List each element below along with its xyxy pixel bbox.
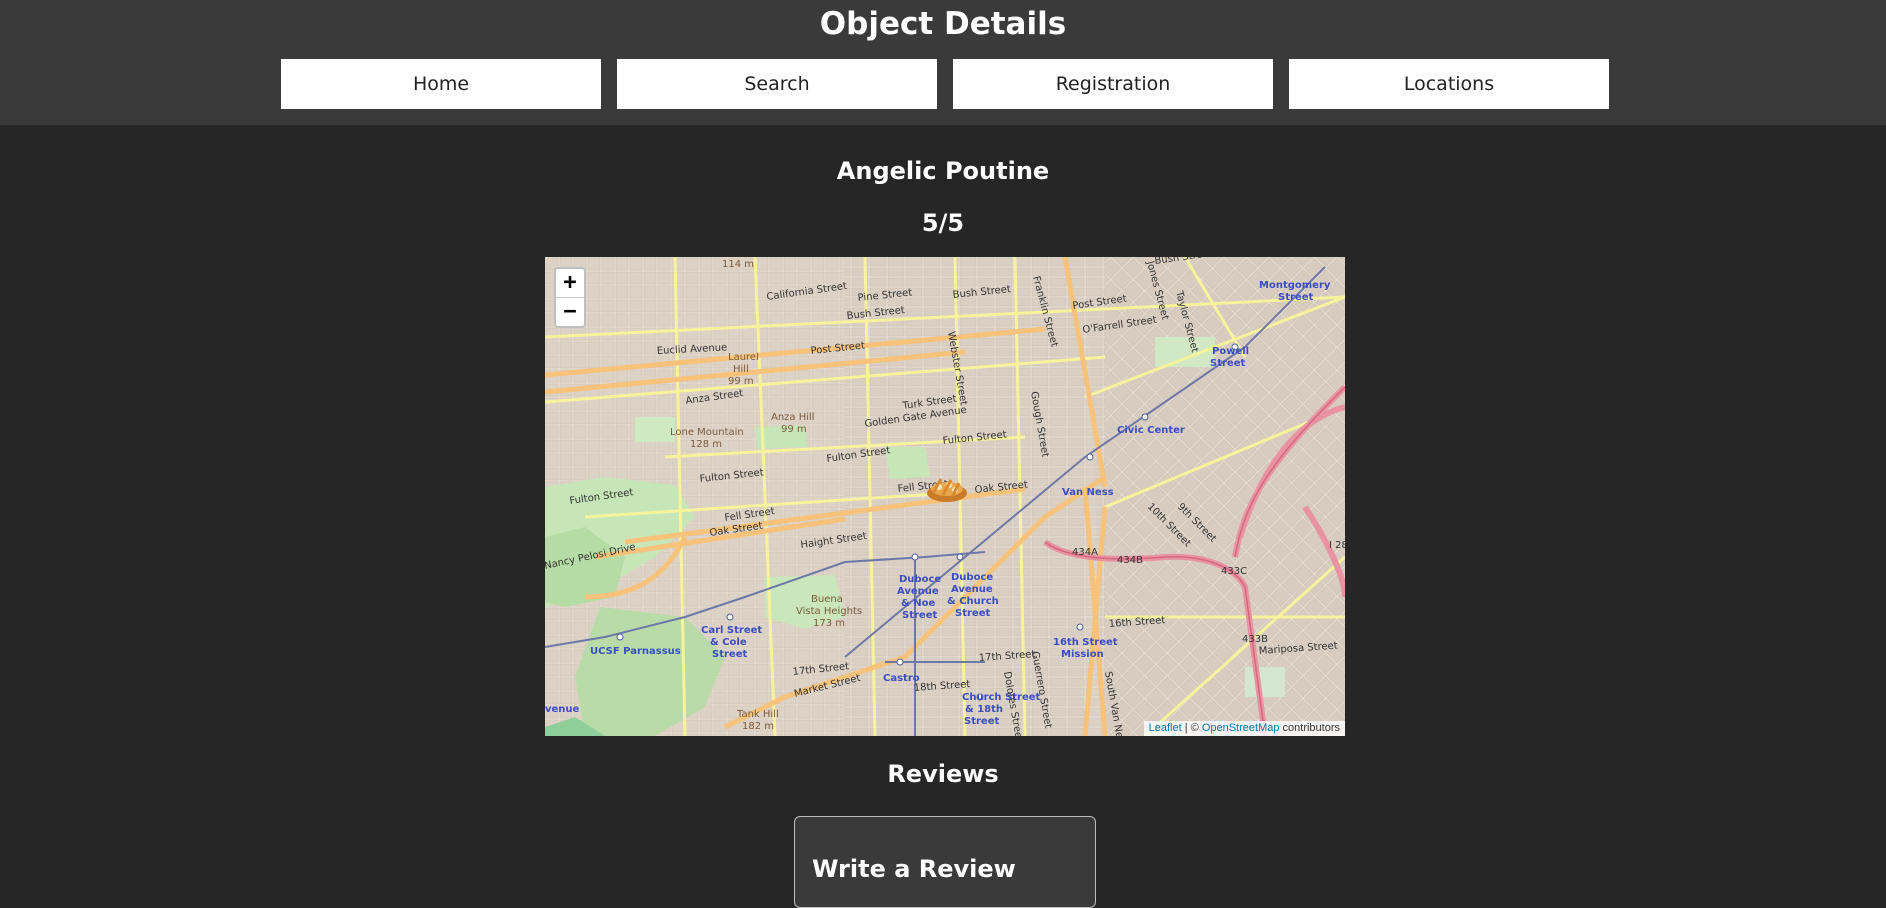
map-view[interactable]: California Street Pine Street Bush Stree… xyxy=(545,257,1345,736)
zoom-in-button[interactable]: + xyxy=(556,269,584,298)
svg-text:Street: Street xyxy=(1278,292,1313,303)
svg-text:128 m: 128 m xyxy=(690,439,722,450)
map-attribution: Leaflet | © OpenStreetMap contributors xyxy=(1143,721,1345,736)
leaflet-link[interactable]: Leaflet xyxy=(1149,722,1182,734)
write-review-title: Write a Review xyxy=(812,855,1016,883)
attribution-separator: | © xyxy=(1181,722,1202,734)
svg-text:I 28: I 28 xyxy=(1329,540,1345,551)
svg-text:99 m: 99 m xyxy=(781,424,807,435)
attribution-contributors: contributors xyxy=(1279,722,1340,734)
nav-registration-button[interactable]: Registration xyxy=(953,59,1273,109)
svg-text:venue: venue xyxy=(545,704,580,715)
svg-text:434B: 434B xyxy=(1117,555,1143,566)
svg-text:Buena: Buena xyxy=(811,594,843,605)
header-bar: Object Details Home Search Registration … xyxy=(0,0,1886,125)
svg-text:UCSF Parnassus: UCSF Parnassus xyxy=(590,646,681,657)
svg-text:Tank Hill: Tank Hill xyxy=(736,709,779,720)
svg-text:Civic Center: Civic Center xyxy=(1117,425,1185,436)
svg-text:433C: 433C xyxy=(1221,566,1247,577)
svg-text:& Church: & Church xyxy=(947,596,999,607)
svg-text:Avenue: Avenue xyxy=(951,584,993,595)
map-tiles: California Street Pine Street Bush Stree… xyxy=(545,257,1345,736)
svg-text:182 m: 182 m xyxy=(742,721,774,732)
nav-home-button[interactable]: Home xyxy=(281,59,601,109)
svg-text:Church Street: Church Street xyxy=(962,692,1041,703)
svg-text:Hill: Hill xyxy=(733,364,749,375)
object-rating: 5/5 xyxy=(921,209,965,237)
nav-search-button[interactable]: Search xyxy=(617,59,937,109)
svg-text:Street: Street xyxy=(964,716,999,727)
svg-text:& Cole: & Cole xyxy=(710,637,747,648)
svg-text:Anza Hill: Anza Hill xyxy=(771,412,815,423)
nav-locations-button[interactable]: Locations xyxy=(1289,59,1609,109)
svg-text:Castro: Castro xyxy=(883,673,920,684)
svg-text:433B: 433B xyxy=(1242,634,1268,645)
svg-text:Lone Mountain: Lone Mountain xyxy=(670,427,744,438)
svg-text:Van Ness: Van Ness xyxy=(1062,487,1114,498)
svg-text:Avenue: Avenue xyxy=(897,586,939,597)
svg-text:Powell: Powell xyxy=(1212,346,1249,357)
object-name: Angelic Poutine xyxy=(836,157,1050,185)
svg-text:Duboce: Duboce xyxy=(951,572,993,583)
svg-text:Street: Street xyxy=(955,608,990,619)
svg-text:Carl Street: Carl Street xyxy=(701,625,762,636)
svg-text:Street: Street xyxy=(1210,358,1245,369)
svg-text:Mission: Mission xyxy=(1061,649,1104,660)
svg-text:& Noe: & Noe xyxy=(901,598,935,609)
svg-text:114 m: 114 m xyxy=(722,259,754,270)
write-review-card: Write a Review xyxy=(794,816,1096,908)
zoom-control: + − xyxy=(554,267,586,328)
svg-text:Street: Street xyxy=(712,649,747,660)
svg-text:& 18th: & 18th xyxy=(965,704,1003,715)
svg-text:99 m: 99 m xyxy=(728,376,754,387)
svg-text:Vista Heights: Vista Heights xyxy=(796,606,862,617)
svg-text:Duboce: Duboce xyxy=(899,574,941,585)
svg-text:Laurel: Laurel xyxy=(728,352,759,363)
svg-text:16th Street: 16th Street xyxy=(1053,637,1118,648)
page-title: Object Details xyxy=(819,6,1067,42)
svg-text:434A: 434A xyxy=(1072,547,1098,558)
svg-text:Street: Street xyxy=(902,610,937,621)
zoom-out-button[interactable]: − xyxy=(556,298,584,326)
svg-text:173 m: 173 m xyxy=(813,618,845,629)
svg-text:Montgomery: Montgomery xyxy=(1259,280,1331,291)
reviews-heading: Reviews xyxy=(887,760,999,788)
openstreetmap-link[interactable]: OpenStreetMap xyxy=(1202,722,1280,734)
